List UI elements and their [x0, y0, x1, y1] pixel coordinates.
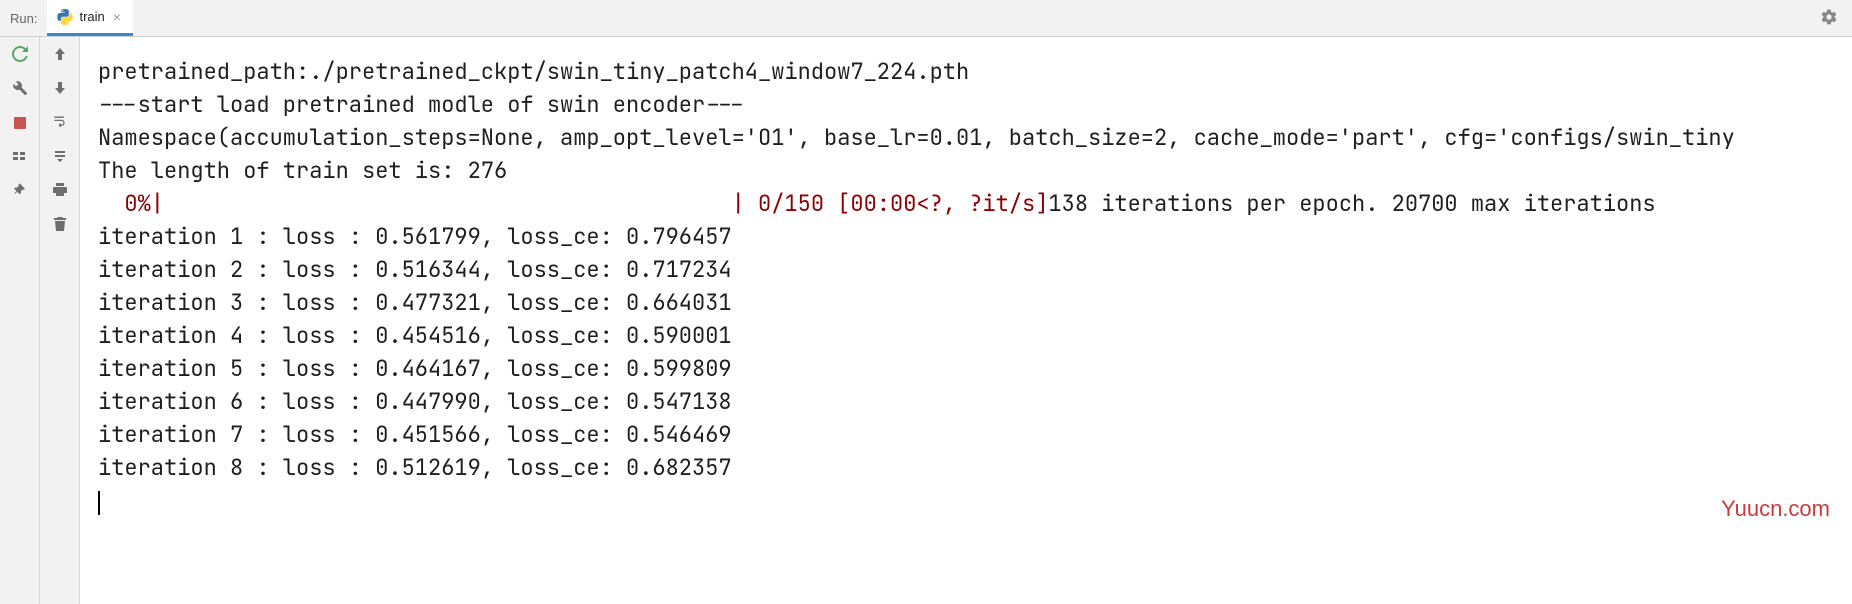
python-icon	[57, 9, 73, 25]
progress-pct: 0%|	[98, 189, 164, 218]
softwrap-button[interactable]	[48, 111, 72, 135]
input-caret	[98, 491, 100, 515]
arrow-up-button[interactable]	[48, 43, 72, 67]
console-line: iteration 1 : loss : 0.561799, loss_ce: …	[98, 222, 732, 251]
console-line: iteration 5 : loss : 0.464167, loss_ce: …	[98, 354, 732, 383]
console-output[interactable]: pretrained_path:./pretrained_ckpt/swin_t…	[80, 37, 1852, 604]
stop-icon	[14, 117, 26, 129]
stop-button[interactable]	[8, 111, 32, 135]
layout-icon	[12, 148, 28, 167]
progress-tail: 138 iterations per epoch. 20700 max iter…	[1048, 189, 1655, 218]
pin-button[interactable]	[8, 179, 32, 203]
arrow-up-icon	[52, 46, 68, 65]
console-line: iteration 7 : loss : 0.451566, loss_ce: …	[98, 420, 732, 449]
gear-icon	[1820, 8, 1838, 29]
console-line: Namespace(accumulation_steps=None, amp_o…	[98, 123, 1735, 152]
console-line: The length of train set is: 276	[98, 156, 507, 185]
print-icon	[52, 182, 68, 201]
rerun-button[interactable]	[8, 43, 32, 67]
console-line: ---start load pretrained modle of swin e…	[98, 90, 745, 119]
run-header: Run: train ×	[0, 0, 1852, 37]
scroll-end-icon	[52, 148, 68, 167]
trash-button[interactable]	[48, 213, 72, 237]
console-line: iteration 4 : loss : 0.454516, loss_ce: …	[98, 321, 732, 350]
console-line: iteration 6 : loss : 0.447990, loss_ce: …	[98, 387, 732, 416]
close-icon[interactable]: ×	[111, 10, 123, 24]
layout-button[interactable]	[8, 145, 32, 169]
rerun-icon	[12, 46, 28, 65]
tab-title: train	[79, 9, 104, 24]
console-line: iteration 2 : loss : 0.516344, loss_ce: …	[98, 255, 732, 284]
print-button[interactable]	[48, 179, 72, 203]
softwrap-icon	[52, 114, 68, 133]
progress-bar: | 0/150 [00:00<?, ?it/s]	[164, 189, 1048, 218]
wrench-button[interactable]	[8, 77, 32, 101]
second-gutter	[40, 37, 80, 604]
left-gutter	[0, 37, 40, 604]
trash-icon	[52, 216, 68, 235]
settings-button[interactable]	[1820, 8, 1838, 29]
wrench-icon	[12, 80, 28, 99]
run-label: Run:	[10, 11, 37, 26]
scroll-to-end-button[interactable]	[48, 145, 72, 169]
tab-train[interactable]: train ×	[47, 0, 132, 36]
console-line: iteration 3 : loss : 0.477321, loss_ce: …	[98, 288, 732, 317]
console-line: iteration 8 : loss : 0.512619, loss_ce: …	[98, 453, 732, 482]
arrow-down-icon	[52, 80, 68, 99]
pin-icon	[12, 182, 28, 201]
console-line: pretrained_path:./pretrained_ckpt/swin_t…	[98, 57, 969, 86]
arrow-down-button[interactable]	[48, 77, 72, 101]
